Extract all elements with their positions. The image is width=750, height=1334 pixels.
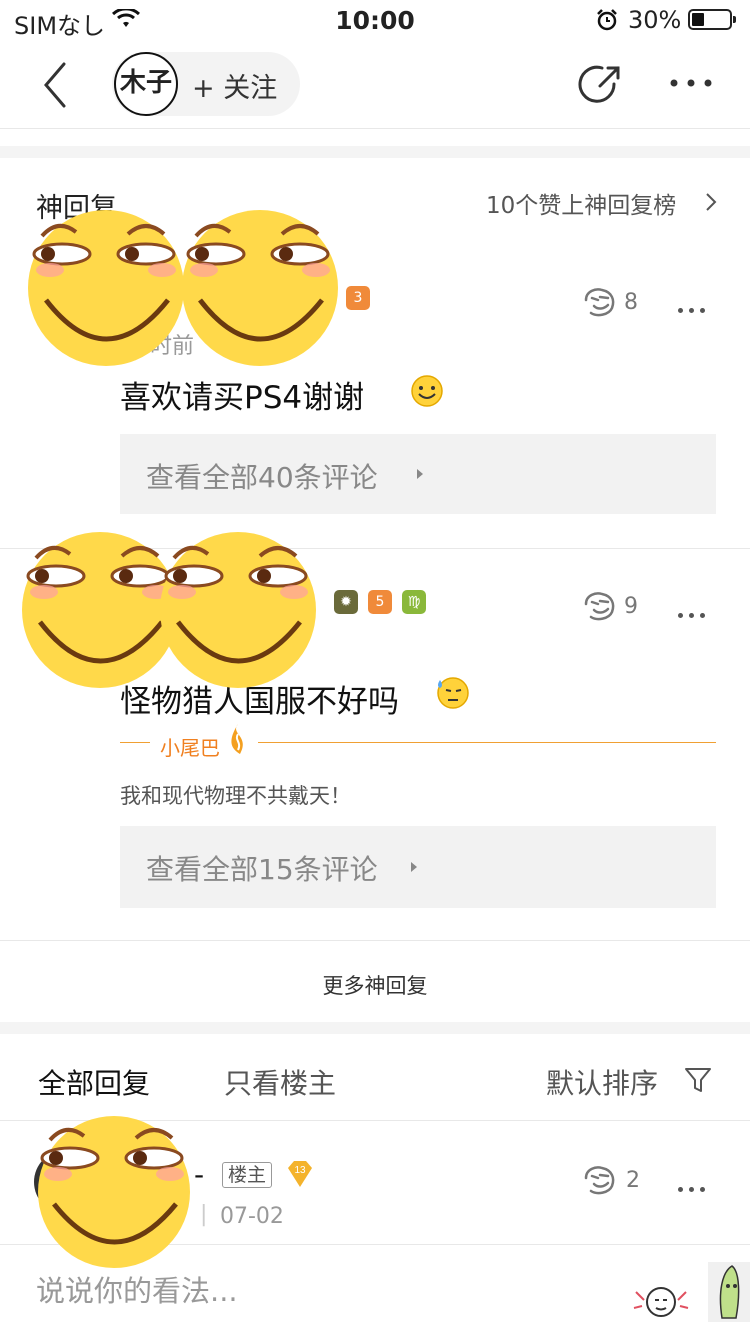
meta-separator: | bbox=[200, 1202, 208, 1227]
like-count: 2 bbox=[626, 1168, 640, 1193]
privacy-emoji-overlay bbox=[28, 210, 338, 366]
sweat-emoji-icon bbox=[437, 677, 469, 709]
section-gap bbox=[0, 1022, 750, 1034]
share-icon[interactable] bbox=[578, 62, 624, 108]
caret-right-icon bbox=[417, 469, 423, 479]
view-all-comments-button[interactable]: 查看全部40条评论 bbox=[120, 434, 716, 514]
flame-tail-icon bbox=[231, 724, 243, 754]
medal-badge: ✹ bbox=[334, 590, 358, 614]
status-bar: SIMなし 10:00 30% bbox=[0, 0, 750, 40]
level-badge: 5 bbox=[368, 590, 392, 614]
author-avatar[interactable]: 木子 bbox=[114, 52, 178, 116]
level-badge: 3 bbox=[346, 286, 370, 310]
tail-text: 我和现代物理不共戴天！ bbox=[120, 784, 351, 808]
section-gap bbox=[0, 146, 750, 158]
sort-dropdown[interactable]: 默认排序 bbox=[546, 1062, 658, 1102]
like-icon[interactable] bbox=[582, 286, 618, 318]
reply-content: 喜欢请买PS4谢谢 bbox=[120, 380, 365, 416]
view-all-label: 查看全部40条评论 bbox=[146, 461, 378, 494]
zodiac-badge: ♍ bbox=[402, 590, 426, 614]
chevron-right-icon bbox=[706, 193, 717, 211]
more-god-replies-button[interactable]: 更多神回复 bbox=[0, 970, 750, 1000]
sticker-icon[interactable] bbox=[632, 1280, 690, 1320]
view-all-label: 查看全部15条评论 bbox=[146, 853, 378, 886]
reply-divider bbox=[0, 940, 750, 941]
reply-more-icon[interactable] bbox=[678, 298, 718, 313]
follow-label[interactable]: + 关注 bbox=[192, 66, 277, 105]
tab-owner-only[interactable]: 只看楼主 bbox=[224, 1062, 336, 1102]
nav-divider bbox=[0, 128, 750, 129]
like-icon[interactable] bbox=[582, 1164, 618, 1196]
user-name[interactable]: - bbox=[194, 1158, 204, 1191]
like-count: 8 bbox=[624, 290, 638, 315]
reply-more-icon[interactable] bbox=[678, 603, 718, 618]
alarm-icon bbox=[597, 9, 617, 31]
like-count: 9 bbox=[624, 594, 638, 619]
caret-right-icon bbox=[411, 862, 417, 872]
tail-line-right bbox=[258, 742, 716, 743]
battery-percent: 30% bbox=[628, 6, 682, 34]
more-options-icon[interactable] bbox=[668, 68, 716, 98]
battery-icon bbox=[688, 9, 736, 30]
reply-date: 07-02 bbox=[220, 1204, 284, 1229]
level-diamond-icon: 13 bbox=[288, 1161, 312, 1187]
reply-more-icon[interactable] bbox=[678, 1177, 718, 1192]
tail-line-left bbox=[120, 742, 150, 743]
tab-all-replies[interactable]: 全部回复 bbox=[38, 1062, 150, 1102]
view-all-comments-button[interactable]: 查看全部15条评论 bbox=[120, 826, 716, 908]
privacy-emoji-overlay bbox=[22, 532, 316, 688]
god-reply-rank-link[interactable]: 10个赞上神回复榜 bbox=[486, 186, 676, 220]
tail-label: 小尾巴 bbox=[160, 736, 220, 760]
owner-tag: 楼主 bbox=[222, 1162, 273, 1188]
comment-input[interactable]: 说说你的看法... bbox=[36, 1268, 238, 1310]
back-arrow-icon[interactable] bbox=[38, 60, 78, 110]
privacy-emoji-overlay bbox=[38, 1116, 190, 1268]
like-icon[interactable] bbox=[582, 590, 618, 622]
level-number: 13 bbox=[294, 1165, 306, 1176]
filter-icon[interactable] bbox=[684, 1066, 712, 1094]
smile-emoji-icon bbox=[411, 375, 443, 407]
cucumber-sticker-icon[interactable] bbox=[708, 1262, 750, 1322]
